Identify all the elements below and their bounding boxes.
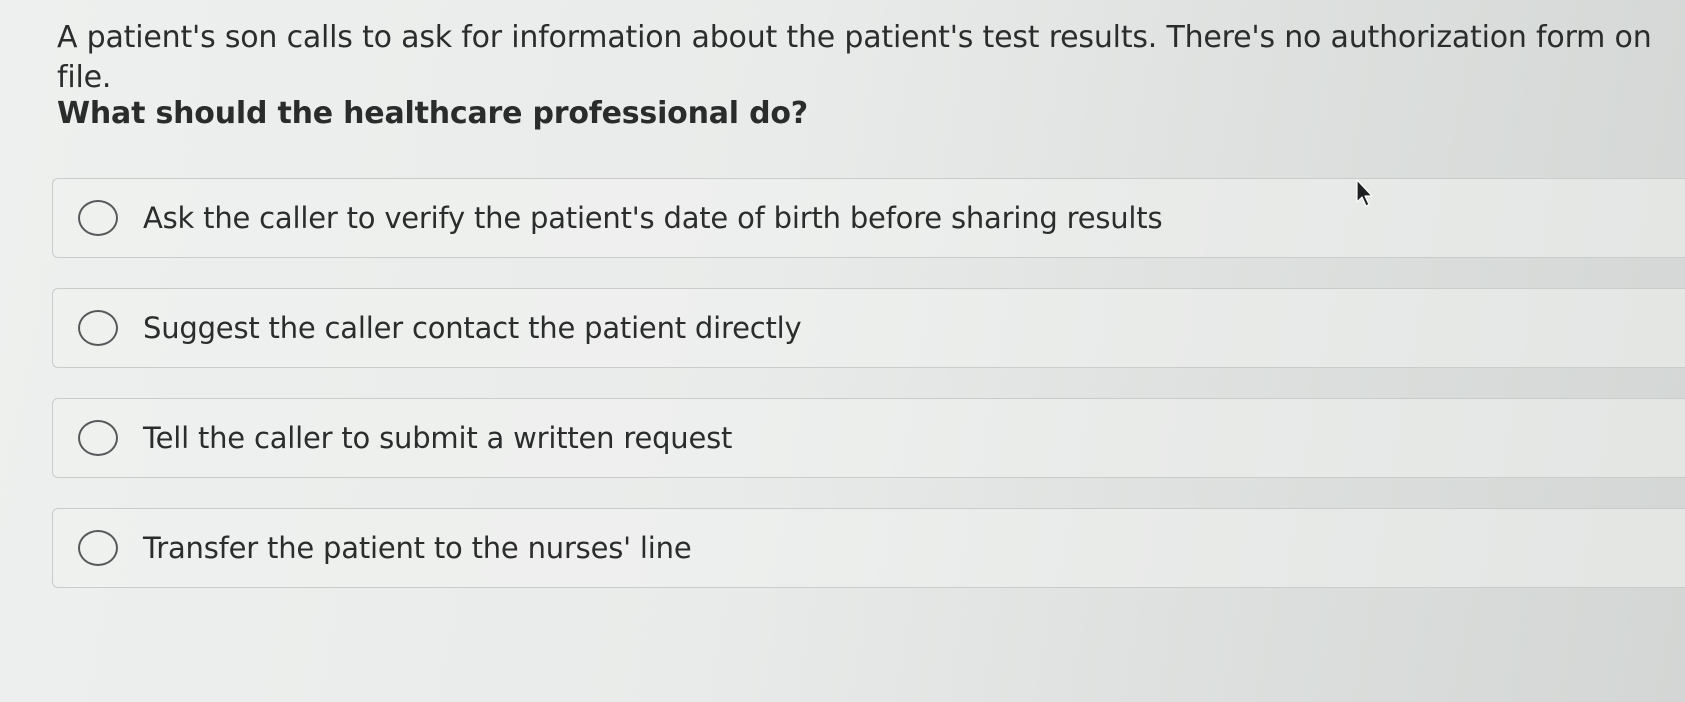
quiz-page: A patient's son calls to ask for informa… (0, 0, 1685, 702)
radio-button-2[interactable] (78, 310, 118, 346)
question-prompt: What should the healthcare professional … (57, 96, 808, 131)
radio-button-1[interactable] (78, 200, 118, 236)
answer-option-label: Transfer the patient to the nurses' line (143, 531, 692, 565)
answer-option-2[interactable]: Suggest the caller contact the patient d… (52, 288, 1685, 368)
radio-button-3[interactable] (78, 420, 118, 456)
answer-option-label: Tell the caller to submit a written requ… (143, 421, 733, 455)
answer-option-4[interactable]: Transfer the patient to the nurses' line (52, 508, 1685, 588)
answer-options: Ask the caller to verify the patient's d… (52, 178, 1685, 618)
answer-option-label: Ask the caller to verify the patient's d… (143, 201, 1163, 235)
answer-option-label: Suggest the caller contact the patient d… (143, 311, 802, 345)
radio-button-4[interactable] (78, 530, 118, 566)
answer-option-1[interactable]: Ask the caller to verify the patient's d… (52, 178, 1685, 258)
question-text: A patient's son calls to ask for informa… (57, 20, 1652, 95)
mouse-pointer-icon (1356, 179, 1373, 207)
answer-option-3[interactable]: Tell the caller to submit a written requ… (52, 398, 1685, 478)
